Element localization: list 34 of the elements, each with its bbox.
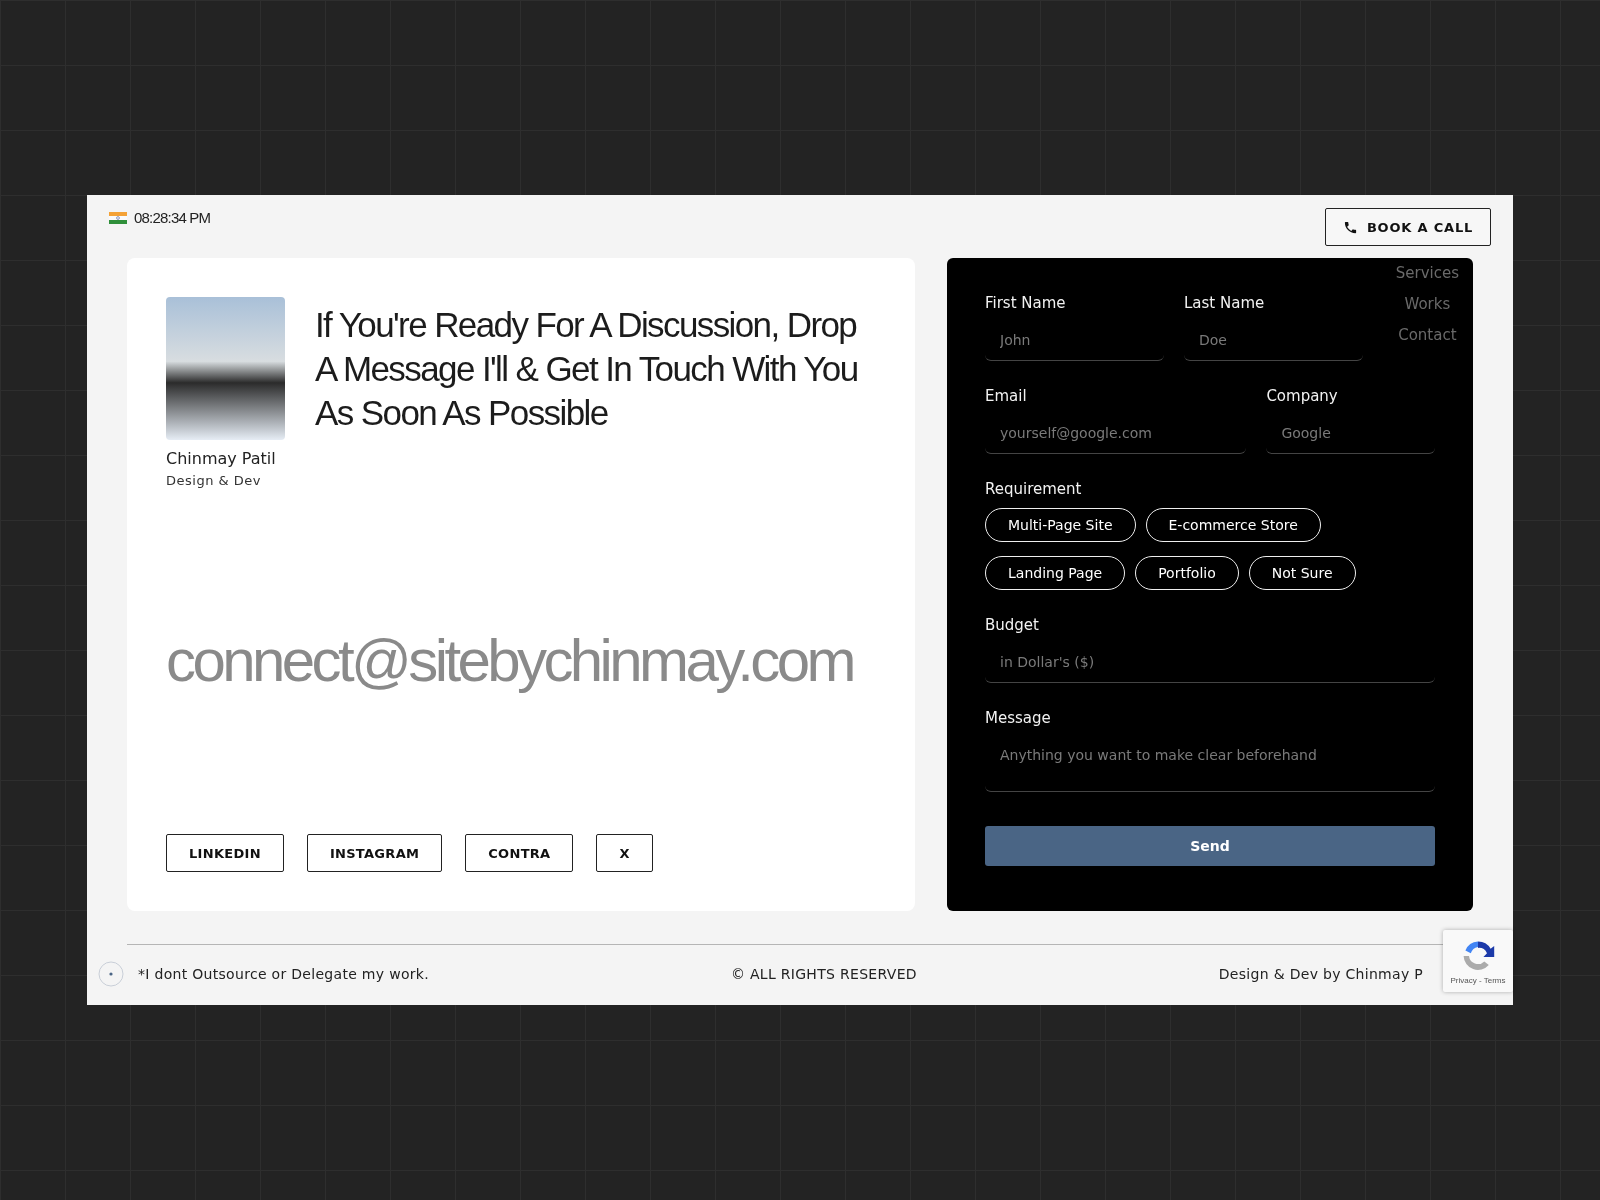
social-link[interactable]: LINKEDIN xyxy=(166,834,284,872)
requirement-option[interactable]: Portfolio xyxy=(1135,556,1239,590)
dot-circle-icon[interactable] xyxy=(98,961,124,987)
nav-link[interactable]: Works xyxy=(1404,289,1451,320)
send-button[interactable]: Send xyxy=(985,826,1435,866)
field-label: Last Name xyxy=(1184,294,1265,312)
requirement-option[interactable]: E-commerce Store xyxy=(1145,508,1321,542)
clock-time: 08:28:34 PM xyxy=(134,209,211,226)
footer-note: *I dont Outsource or Delegate my work. xyxy=(138,966,429,982)
nav-link[interactable]: Contact xyxy=(1398,320,1457,351)
profile-name: Chinmay Patil xyxy=(166,449,277,468)
copyright-text: © ALL RIGHTS RESERVED xyxy=(730,966,917,982)
field-label: Requirement xyxy=(985,480,1082,498)
nav-link[interactable]: Services xyxy=(1395,258,1459,289)
phone-icon xyxy=(1342,219,1358,235)
requirement-option[interactable]: Not Sure xyxy=(1248,556,1356,590)
social-link[interactable]: INSTAGRAM xyxy=(306,834,443,872)
social-link[interactable]: X xyxy=(596,834,653,872)
requirement-option[interactable]: Landing Page xyxy=(985,556,1126,590)
book-call-button[interactable]: BOOK A CALL xyxy=(1325,208,1491,246)
headline: If You're Ready For A Discussion, Drop A Message I'll & Get In Touch With You As Soon As Possible xyxy=(315,304,859,434)
email-address: connect@sitebychinmay.com xyxy=(166,628,854,694)
requirement-option[interactable]: Multi-Page Site xyxy=(985,508,1136,542)
flag-icon xyxy=(109,211,127,224)
recaptcha-badge[interactable]: Privacy - Terms xyxy=(1443,930,1513,992)
privacy-terms-link[interactable]: Privacy - Terms xyxy=(1450,975,1506,985)
credit-text: Design & Dev by Chinmay P xyxy=(1218,966,1423,982)
field-label: Company xyxy=(1266,387,1338,405)
social-link[interactable]: CONTRA xyxy=(465,834,574,872)
field-label: Budget xyxy=(985,616,1039,634)
field-label: Message xyxy=(985,709,1051,727)
field-label: Email xyxy=(985,387,1027,405)
field-label: First Name xyxy=(985,294,1066,312)
profile-role: Design & Dev xyxy=(166,473,262,488)
